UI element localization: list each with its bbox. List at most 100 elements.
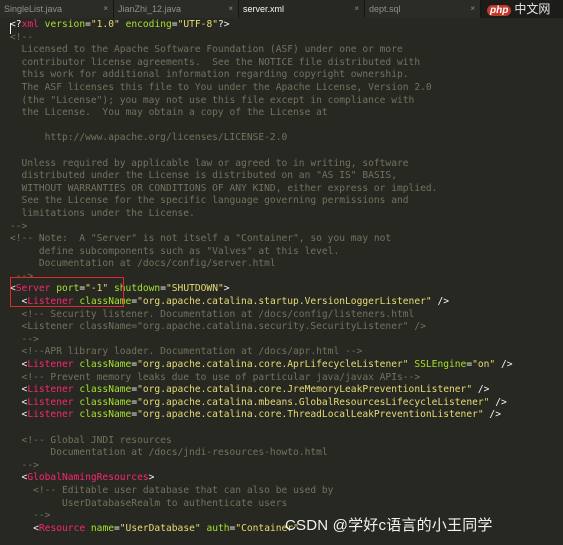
code-token: > — [223, 283, 230, 295]
code-token: Unless required by applicable law or agr… — [10, 157, 409, 169]
logo-text: php — [487, 5, 512, 16]
close-icon[interactable]: × — [103, 0, 108, 18]
code-token: (the "License"); you may not use this fi… — [10, 94, 415, 106]
code-token: limitations under the License. — [10, 207, 195, 219]
code-token: < — [10, 472, 28, 484]
code-token: this work for additional information reg… — [10, 69, 409, 81]
code-token: distributed under the License is distrib… — [10, 170, 397, 182]
code-token: See the License for the specific languag… — [10, 195, 409, 207]
code-token: <!-- Editable user database that can als… — [10, 484, 334, 496]
code-token: --> — [10, 220, 28, 232]
code-token: <? — [10, 19, 22, 30]
code-token: --> — [10, 510, 51, 522]
code-line: UserDatabaseRealm to authenticate users — [10, 498, 513, 511]
code-token: --> — [10, 459, 39, 471]
code-token: "org.apache.catalina.core.JreMemoryLeakP… — [137, 384, 473, 396]
code-token: <Listener className="org.apache.catalina… — [10, 321, 426, 333]
code-line: <!-- Global JNDI resources — [10, 435, 513, 448]
code-line: <Listener className="org.apache.catalina… — [10, 409, 513, 422]
code-line: <!--APR library loader. Documentation at… — [10, 346, 513, 359]
code-token: Licensed to the Apache Software Foundati… — [10, 44, 403, 56]
code-token: contributor license agreements. See the … — [10, 56, 421, 68]
tab-jianzhi[interactable]: JianZhi_12.java × — [114, 0, 239, 18]
code-line: contributor license agreements. See the … — [10, 57, 513, 70]
code-line: --> — [10, 334, 513, 347]
code-token: className — [79, 396, 132, 408]
code-token: "org.apache.catalina.mbeans.GlobalResour… — [137, 396, 490, 408]
highlight-box — [10, 277, 124, 307]
code-token: Listener — [27, 384, 74, 396]
code-token: /> — [483, 409, 501, 421]
code-token: <!-- Note: A "Server" is not itself a "C… — [10, 233, 392, 245]
code-token: Resource — [38, 522, 86, 534]
tab-dept-sql[interactable]: dept.sql × — [365, 0, 481, 18]
code-line: http://www.apache.org/licenses/LICENSE-2… — [10, 132, 513, 145]
code-line: See the License for the specific languag… — [10, 195, 513, 208]
code-line: <Listener className="org.apache.catalina… — [10, 397, 513, 410]
code-token: SSLEngine — [414, 359, 467, 371]
code-line: the License. You may obtain a copy of th… — [10, 107, 513, 120]
code-token: /> — [489, 396, 507, 408]
code-token: /> — [495, 359, 513, 371]
code-token: Listener — [27, 409, 74, 421]
code-token: --> — [10, 333, 39, 345]
code-line: distributed under the License is distrib… — [10, 170, 513, 183]
code-token: "1.0" — [90, 19, 120, 30]
code-token: the License. You may obtain a copy of th… — [10, 107, 328, 119]
code-token: version — [44, 19, 86, 30]
code-token: < — [10, 359, 28, 371]
code-token: <!-- — [10, 31, 34, 43]
code-line: Documentation at /docs/jndi-resources-ho… — [10, 447, 513, 460]
code-line: --> — [10, 221, 513, 234]
code-token: Listener — [27, 396, 74, 408]
code-line: <!-- Security listener. Documentation at… — [10, 309, 513, 322]
code-token: > — [148, 472, 155, 484]
code-token: UserDatabaseRealm to authenticate users — [10, 497, 288, 509]
code-token: < — [10, 384, 28, 396]
code-token: xml — [21, 19, 39, 30]
code-line: <?xml version="1.0" encoding="UTF-8"?> — [10, 19, 513, 32]
code-token: <!-- Prevent memory leaks due to use of … — [10, 371, 421, 383]
code-token: Documentation at /docs/config/server.htm… — [10, 258, 276, 270]
code-token: "SHUTDOWN" — [166, 283, 224, 295]
code-token: name — [90, 522, 114, 534]
tab-label: JianZhi_12.java — [118, 4, 182, 14]
tab-label: server.xml — [243, 4, 285, 14]
code-token: auth — [206, 522, 230, 534]
watermark: CSDN @学好c语言的小王同学 — [285, 517, 493, 534]
code-line: define subcomponents such as "Valves" at… — [10, 246, 513, 259]
code-line: this work for additional information reg… — [10, 69, 513, 82]
tab-singlelist[interactable]: SingleList.java × — [0, 0, 114, 18]
close-icon[interactable]: × — [228, 0, 233, 18]
code-line: <!-- — [10, 32, 513, 45]
code-token: WITHOUT WARRANTIES OR CONDITIONS OF ANY … — [10, 182, 438, 194]
code-token: The ASF licenses this file to You under … — [10, 81, 432, 93]
code-line: Unless required by applicable law or agr… — [10, 158, 513, 171]
close-icon[interactable]: × — [470, 0, 475, 18]
tab-server-xml[interactable]: server.xml × — [239, 0, 365, 18]
close-icon[interactable]: × — [354, 0, 359, 18]
code-line: (the "License"); you may not use this fi… — [10, 95, 513, 108]
code-token: className — [79, 409, 132, 421]
code-token: /> — [472, 384, 490, 396]
code-line: limitations under the License. — [10, 208, 513, 221]
code-line: <!-- Prevent memory leaks due to use of … — [10, 372, 513, 385]
code-token: <!-- Global JNDI resources — [10, 434, 172, 446]
code-token: define subcomponents such as "Valves" at… — [10, 245, 340, 257]
code-line: --> — [10, 460, 513, 473]
code-token: className — [79, 359, 132, 371]
code-line: Documentation at /docs/config/server.htm… — [10, 258, 513, 271]
code-token: GlobalNamingResources — [27, 472, 149, 484]
code-token: encoding — [125, 19, 172, 30]
code-token: < — [10, 396, 28, 408]
code-token: "org.apache.catalina.startup.VersionLogg… — [137, 296, 432, 308]
code-token: "org.apache.catalina.core.ThreadLocalLea… — [137, 409, 484, 421]
code-token: Listener — [27, 359, 74, 371]
tab-label: dept.sql — [369, 4, 401, 14]
code-line: <Listener className="org.apache.catalina… — [10, 384, 513, 397]
code-token: http://www.apache.org/licenses/LICENSE-2… — [10, 132, 288, 144]
code-token: "on" — [472, 359, 496, 371]
code-line: <!-- Note: A "Server" is not itself a "C… — [10, 233, 513, 246]
